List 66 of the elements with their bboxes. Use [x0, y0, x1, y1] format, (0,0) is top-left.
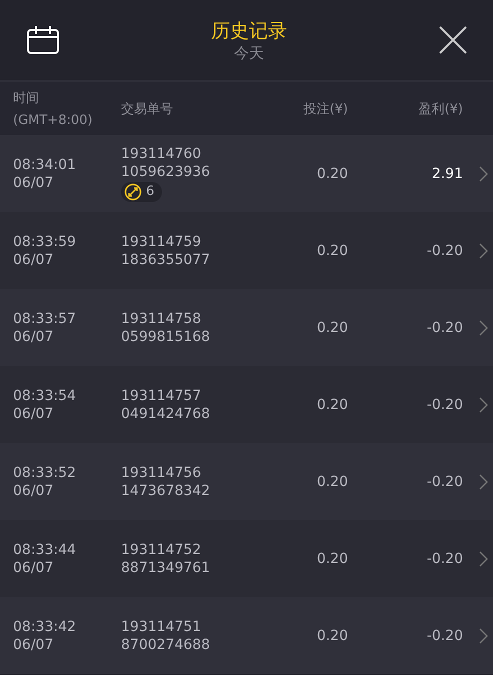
order-number: 193114760	[121, 146, 202, 162]
bet-amount: 0.20	[316, 550, 348, 566]
profit-amount: -0.20	[426, 550, 463, 566]
chevron-right-icon	[479, 628, 488, 644]
bonus-badge: 6	[121, 182, 162, 202]
ticket-number: 1836355077	[121, 252, 212, 268]
order-number: 193114759	[121, 234, 202, 250]
bet-amount: 0.20	[316, 474, 348, 490]
chevron-right-icon	[479, 474, 488, 490]
time-text: 08:33:59	[13, 234, 77, 250]
profit-amount: -0.20	[426, 628, 463, 644]
date-text: 06/07	[13, 328, 54, 344]
date-text: 06/07	[13, 406, 54, 422]
date-text: 06/07	[13, 252, 54, 268]
history-row[interactable]: 08:33:52 06/07 193114756 1473678342 0.20 -0.20	[0, 443, 493, 520]
bet-amount: 0.20	[316, 166, 348, 182]
ticket-number: 8700274688	[121, 636, 212, 652]
ticket-number: 8871349761	[121, 560, 212, 576]
order-number: 193114751	[121, 618, 202, 634]
history-row[interactable]: 08:33:59 06/07 193114759 1836355077 0.20 -0.20	[0, 212, 493, 289]
ticket-number: 0491424768	[121, 406, 212, 422]
history-row[interactable]: 08:33:54 06/07 193114757 0491424768 0.20 -0.20	[0, 366, 493, 443]
column-header: 时间	[13, 90, 40, 107]
date-text: 06/07	[13, 482, 54, 498]
date-filter-label: 今天	[234, 44, 264, 62]
order-number: 193114757	[121, 388, 202, 404]
profit-amount: -0.20	[426, 396, 463, 412]
profit-amount: -0.20	[426, 320, 463, 336]
date-text: 06/07	[13, 560, 54, 576]
column-header: 投注(¥)	[302, 100, 348, 118]
column-header: (GMT+8:00)	[13, 113, 94, 128]
bet-amount: 0.20	[316, 396, 348, 412]
time-text: 08:33:44	[13, 542, 77, 558]
history-row[interactable]: 08:33:44 06/07 193114752 8871349761 0.20 -0.20	[0, 520, 493, 597]
history-row[interactable]: 08:34:01 06/07 193114760 1059623936 6 0.20 2.91	[0, 135, 493, 212]
time-text: 08:34:01	[13, 156, 77, 172]
date-text: 06/07	[13, 636, 54, 652]
calendar-icon[interactable]	[26, 25, 60, 55]
ticket-number: 1473678342	[121, 482, 212, 498]
page-title: 历史记录	[211, 18, 287, 44]
ticket-number: 1059623936	[121, 164, 212, 180]
close-icon[interactable]	[438, 25, 468, 55]
time-text: 08:33:54	[13, 388, 77, 404]
profit-amount: -0.20	[426, 474, 463, 490]
profit-amount: -0.20	[426, 242, 463, 258]
bet-amount: 0.20	[316, 628, 348, 644]
bet-amount: 0.20	[316, 320, 348, 336]
order-number: 193114758	[121, 310, 202, 326]
column-header: 交易单号	[121, 100, 174, 118]
time-text: 08:33:42	[13, 618, 77, 634]
order-number: 193114756	[121, 464, 202, 480]
ticket-number: 0599815168	[121, 328, 212, 344]
chevron-right-icon	[479, 550, 488, 566]
chevron-right-icon	[479, 242, 488, 258]
chevron-right-icon	[479, 320, 488, 336]
order-number: 193114752	[121, 542, 202, 558]
column-header: 盈利(¥)	[418, 100, 463, 118]
chevron-right-icon	[479, 396, 488, 412]
history-row[interactable]: 08:33:42 06/07 193114751 8700274688 0.20 -0.20	[0, 597, 493, 674]
time-text: 08:33:57	[13, 310, 77, 326]
date-text: 06/07	[13, 174, 54, 190]
bet-amount: 0.20	[316, 242, 348, 258]
history-row[interactable]: 08:33:57 06/07 193114758 0599815168 0.20 -0.20	[0, 289, 493, 366]
chevron-right-icon	[479, 166, 488, 182]
time-text: 08:33:52	[13, 464, 77, 480]
profit-amount: 2.91	[430, 166, 463, 182]
